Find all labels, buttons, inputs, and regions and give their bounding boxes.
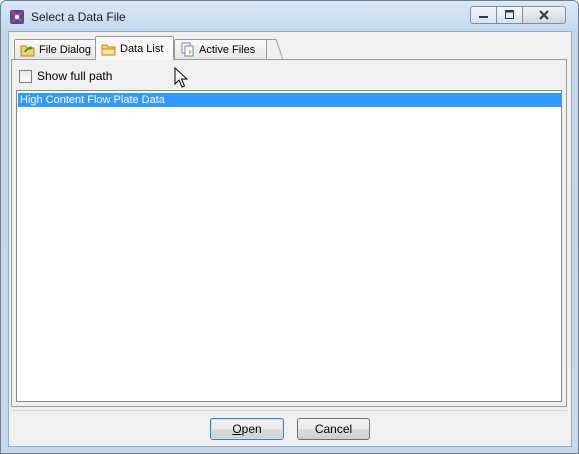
window-title: Select a Data File — [31, 10, 126, 24]
dialog-window: Select a Data File File Dialog Data List… — [0, 0, 579, 454]
maximize-icon — [505, 10, 514, 19]
close-icon — [539, 10, 549, 20]
data-file-list[interactable]: High Content Flow Plate Data — [16, 90, 562, 402]
open-button[interactable]: Open — [210, 418, 284, 440]
tab-label: Active Files — [199, 43, 256, 56]
maximize-button[interactable] — [496, 6, 523, 24]
tab-file-dialog[interactable]: File Dialog — [14, 39, 98, 59]
show-full-path-label: Show full path — [37, 69, 113, 83]
list-item[interactable]: High Content Flow Plate Data — [18, 93, 561, 107]
cancel-button[interactable]: Cancel — [297, 418, 370, 440]
documents-icon — [181, 42, 194, 56]
tab-label: Data List — [120, 42, 164, 55]
minimize-icon — [479, 16, 488, 18]
button-separator — [11, 410, 567, 411]
flowjo-app-icon — [10, 10, 24, 24]
close-button[interactable] — [522, 6, 566, 24]
tab-active-files[interactable]: Active Files — [174, 39, 283, 61]
tab-data-list[interactable]: Data List — [95, 36, 174, 60]
dialog-client-area: File Dialog Data List Active Files Show … — [8, 31, 572, 447]
data-list-panel: Show full path High Content Flow Plate D… — [11, 59, 567, 407]
folder-arrow-icon — [20, 45, 35, 56]
open-label-rest: pen — [241, 422, 262, 436]
tab-slant-edge — [266, 39, 283, 61]
folder-icon — [101, 44, 116, 55]
title-bar[interactable]: Select a Data File — [1, 1, 578, 31]
mouse-pointer-icon — [174, 67, 188, 88]
tab-strip: File Dialog Data List Active Files — [11, 36, 567, 61]
open-mnemonic: O — [232, 422, 242, 436]
tab-label: File Dialog — [39, 43, 91, 56]
show-full-path-checkbox[interactable] — [19, 69, 32, 83]
minimize-button[interactable] — [470, 6, 497, 24]
show-full-path-option[interactable]: Show full path — [19, 69, 112, 83]
